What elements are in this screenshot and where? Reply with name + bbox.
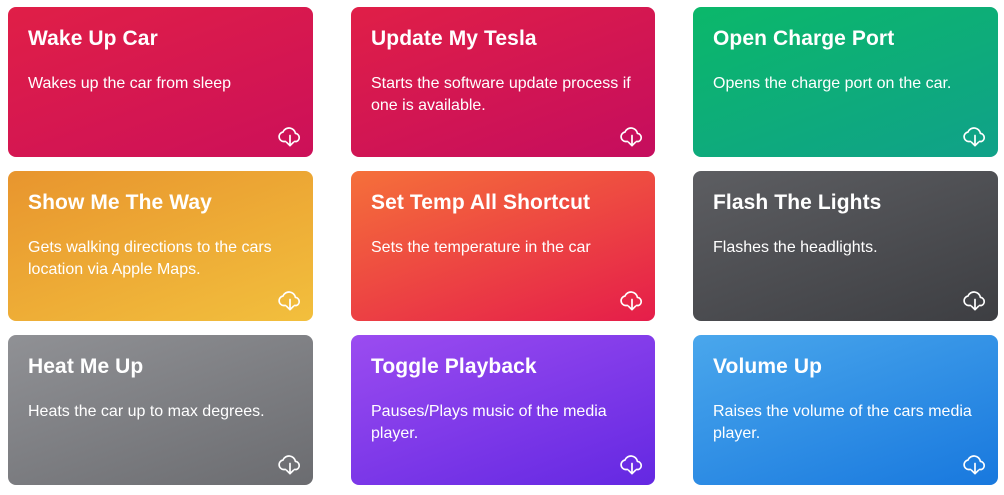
shortcut-description: Sets the temperature in the car xyxy=(371,239,591,256)
shortcut-title: Set Temp All Shortcut xyxy=(371,191,591,214)
cloud-download-icon[interactable] xyxy=(962,289,988,311)
shortcut-description: Starts the software update process if on… xyxy=(371,75,631,114)
shortcut-card-heat-me-up[interactable]: Heat Me Up Heats the car up to max degre… xyxy=(8,335,313,485)
shortcut-card-open-charge-port[interactable]: Open Charge Port Opens the charge port o… xyxy=(693,7,998,157)
shortcut-title: Update My Tesla xyxy=(371,27,537,50)
shortcut-card-volume-up[interactable]: Volume Up Raises the volume of the cars … xyxy=(693,335,998,485)
shortcut-title: Wake Up Car xyxy=(28,27,158,50)
cloud-download-icon[interactable] xyxy=(277,289,303,311)
shortcut-card-update-my-tesla[interactable]: Update My Tesla Starts the software upda… xyxy=(351,7,655,157)
shortcut-title: Flash The Lights xyxy=(713,191,882,214)
cloud-download-icon[interactable] xyxy=(619,453,645,475)
shortcut-gallery: Wake Up Car Wakes up the car from sleep … xyxy=(8,7,998,485)
shortcut-card-flash-the-lights[interactable]: Flash The Lights Flashes the headlights. xyxy=(693,171,998,321)
shortcut-title: Show Me The Way xyxy=(28,191,212,214)
shortcut-title: Volume Up xyxy=(713,355,823,378)
cloud-download-icon[interactable] xyxy=(619,125,645,147)
cloud-download-icon[interactable] xyxy=(277,453,303,475)
cloud-download-icon[interactable] xyxy=(619,289,645,311)
cloud-download-icon[interactable] xyxy=(962,453,988,475)
shortcut-description: Pauses/Plays music of the media player. xyxy=(371,403,607,442)
shortcut-card-wake-up-car[interactable]: Wake Up Car Wakes up the car from sleep xyxy=(8,7,313,157)
shortcut-title: Toggle Playback xyxy=(371,355,537,378)
shortcut-card-toggle-playback[interactable]: Toggle Playback Pauses/Plays music of th… xyxy=(351,335,655,485)
shortcut-title: Heat Me Up xyxy=(28,355,144,378)
cloud-download-icon[interactable] xyxy=(277,125,303,147)
shortcut-description: Opens the charge port on the car. xyxy=(713,75,952,92)
shortcut-description: Heats the car up to max degrees. xyxy=(28,403,265,420)
shortcut-description: Flashes the headlights. xyxy=(713,239,878,256)
shortcut-card-set-temp-all-shortcut[interactable]: Set Temp All Shortcut Sets the temperatu… xyxy=(351,171,655,321)
shortcut-title: Open Charge Port xyxy=(713,27,895,50)
shortcut-description: Gets walking directions to the cars loca… xyxy=(28,239,272,278)
shortcut-card-show-me-the-way[interactable]: Show Me The Way Gets walking directions … xyxy=(8,171,313,321)
shortcut-description: Wakes up the car from sleep xyxy=(28,75,232,92)
shortcut-description: Raises the volume of the cars media play… xyxy=(713,403,972,442)
cloud-download-icon[interactable] xyxy=(962,125,988,147)
